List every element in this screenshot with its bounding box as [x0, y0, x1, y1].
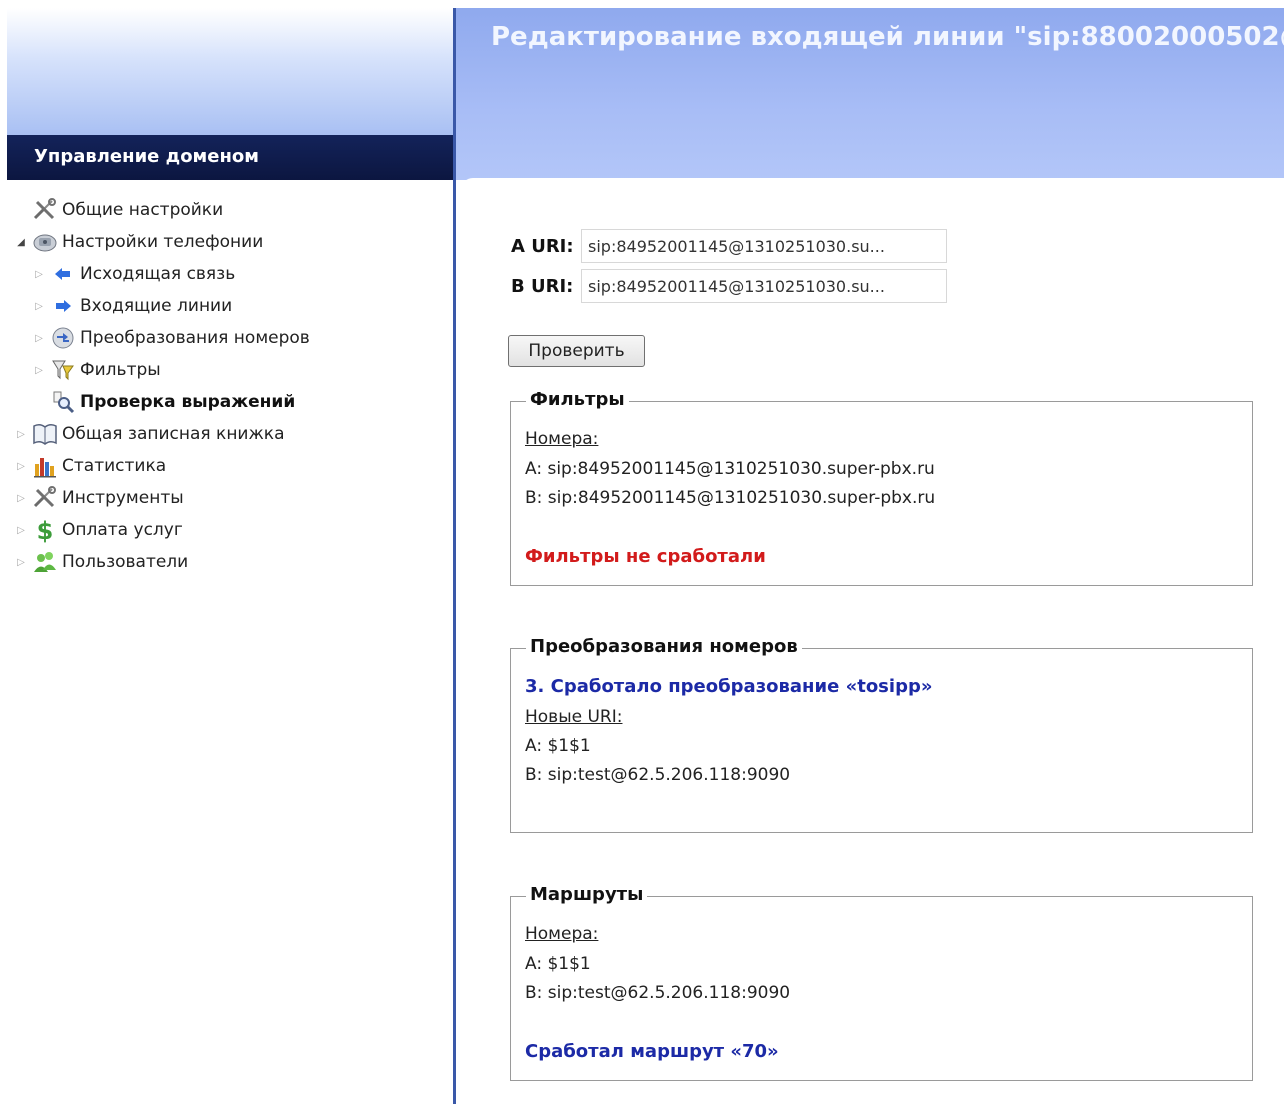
sidebar-item-outgoing[interactable]: ▷ Исходящая связь	[32, 259, 235, 289]
sidebar-item-telephony-settings[interactable]: ◢ Настройки телефонии	[14, 227, 263, 257]
sidebar-item-label: Общая записная книжка	[62, 424, 285, 444]
transform-icon	[50, 325, 76, 351]
tree-expanded-arrow-icon[interactable]: ◢	[14, 237, 28, 248]
sidebar-item-number-transforms[interactable]: ▷ Преобразования номеров	[32, 323, 310, 353]
b-uri-label: B URI:	[511, 276, 574, 297]
transforms-b-line: B: sip:test@62.5.206.118:9090	[525, 765, 791, 785]
transforms-legend: Преобразования номеров	[526, 636, 802, 657]
filter-icon	[50, 357, 76, 383]
tree-collapsed-arrow-icon[interactable]: ▷	[14, 429, 28, 440]
sidebar-item-tools[interactable]: ▷ Инструменты	[14, 483, 184, 513]
sidebar-item-label: Оплата услуг	[62, 520, 183, 540]
arrow-left-icon	[50, 261, 76, 287]
sidebar-item-label: Пользователи	[62, 552, 189, 572]
filters-legend: Фильтры	[526, 389, 629, 410]
routes-legend: Маршруты	[526, 884, 648, 905]
routes-numbers-label: Номера:	[525, 924, 599, 944]
sidebar-item-address-book[interactable]: ▷ Общая записная книжка	[14, 419, 285, 449]
tools-icon	[32, 197, 58, 223]
sidebar-item-label: Преобразования номеров	[80, 328, 310, 348]
sidebar-item-payment[interactable]: ▷ $ Оплата услуг	[14, 515, 183, 545]
check-button[interactable]: Проверить	[508, 335, 645, 367]
filters-result: Фильтры не сработали	[525, 546, 766, 567]
sidebar-item-label: Статистика	[62, 456, 167, 476]
filters-b-line: B: sip:84952001145@1310251030.super-pbx.…	[525, 488, 936, 508]
tree-collapsed-arrow-icon[interactable]: ▷	[32, 365, 46, 376]
a-uri-input[interactable]	[581, 229, 947, 263]
b-uri-input[interactable]	[581, 269, 947, 303]
sidebar-item-users[interactable]: ▷ Пользователи	[14, 547, 188, 577]
sidebar-section-title: Управление доменом	[7, 135, 453, 180]
a-uri-label: A URI:	[511, 236, 574, 257]
page-header: Редактирование входящей линии "sip:88002…	[456, 8, 1284, 180]
tree-collapsed-arrow-icon[interactable]: ▷	[32, 301, 46, 312]
tree-collapsed-arrow-icon[interactable]: ▷	[32, 269, 46, 280]
sidebar-item-expression-check[interactable]: Проверка выражений	[50, 387, 295, 417]
routes-b-line: B: sip:test@62.5.206.118:9090	[525, 983, 791, 1003]
address-book-icon	[32, 421, 58, 447]
sidebar-item-label: Входящие линии	[80, 296, 233, 316]
sidebar-item-label: Проверка выражений	[80, 392, 296, 412]
transforms-new-uri-label: Новые URI:	[525, 707, 623, 727]
svg-text:$: $	[37, 517, 54, 543]
routes-result: Сработал маршрут «70»	[525, 1041, 779, 1062]
sidebar-item-general-settings[interactable]: Общие настройки	[14, 195, 223, 225]
chart-icon	[32, 453, 58, 479]
dollar-icon: $	[32, 517, 58, 543]
filters-fieldset: Фильтры Номера: A: sip:84952001145@13102…	[510, 389, 1253, 586]
sidebar-item-label: Инструменты	[62, 488, 184, 508]
sidebar-item-filters[interactable]: ▷ Фильтры	[32, 355, 161, 385]
tools-icon	[32, 485, 58, 511]
tree-collapsed-arrow-icon[interactable]: ▷	[14, 493, 28, 504]
sidebar-item-label: Исходящая связь	[80, 264, 236, 284]
sidebar-item-incoming-lines[interactable]: ▷ Входящие линии	[32, 291, 232, 321]
phone-settings-icon	[32, 229, 58, 255]
tree-collapsed-arrow-icon[interactable]: ▷	[14, 525, 28, 536]
filters-a-line: A: sip:84952001145@1310251030.super-pbx.…	[525, 459, 935, 479]
filters-numbers-label: Номера:	[525, 429, 599, 449]
transforms-a-line: A: $1$1	[525, 736, 591, 756]
magnifier-icon	[50, 389, 76, 415]
sidebar-item-label: Фильтры	[80, 360, 161, 380]
tree-collapsed-arrow-icon[interactable]: ▷	[14, 557, 28, 568]
sidebar-header-banner	[7, 8, 453, 135]
tree-collapsed-arrow-icon[interactable]: ▷	[14, 461, 28, 472]
users-icon	[32, 549, 58, 575]
sidebar-item-statistics[interactable]: ▷ Статистика	[14, 451, 166, 481]
sidebar-item-label: Общие настройки	[62, 200, 224, 220]
transforms-result: 3. Сработало преобразование «tosipp»	[525, 676, 933, 697]
routes-fieldset: Маршруты Номера: A: $1$1 B: sip:test@62.…	[510, 884, 1253, 1081]
page-title: Редактирование входящей линии "sip:88002…	[491, 22, 1284, 52]
arrow-right-icon	[50, 293, 76, 319]
tree-collapsed-arrow-icon[interactable]: ▷	[32, 333, 46, 344]
transforms-fieldset: Преобразования номеров 3. Сработало прео…	[510, 636, 1253, 833]
sidebar-item-label: Настройки телефонии	[62, 232, 264, 252]
routes-a-line: A: $1$1	[525, 954, 591, 974]
